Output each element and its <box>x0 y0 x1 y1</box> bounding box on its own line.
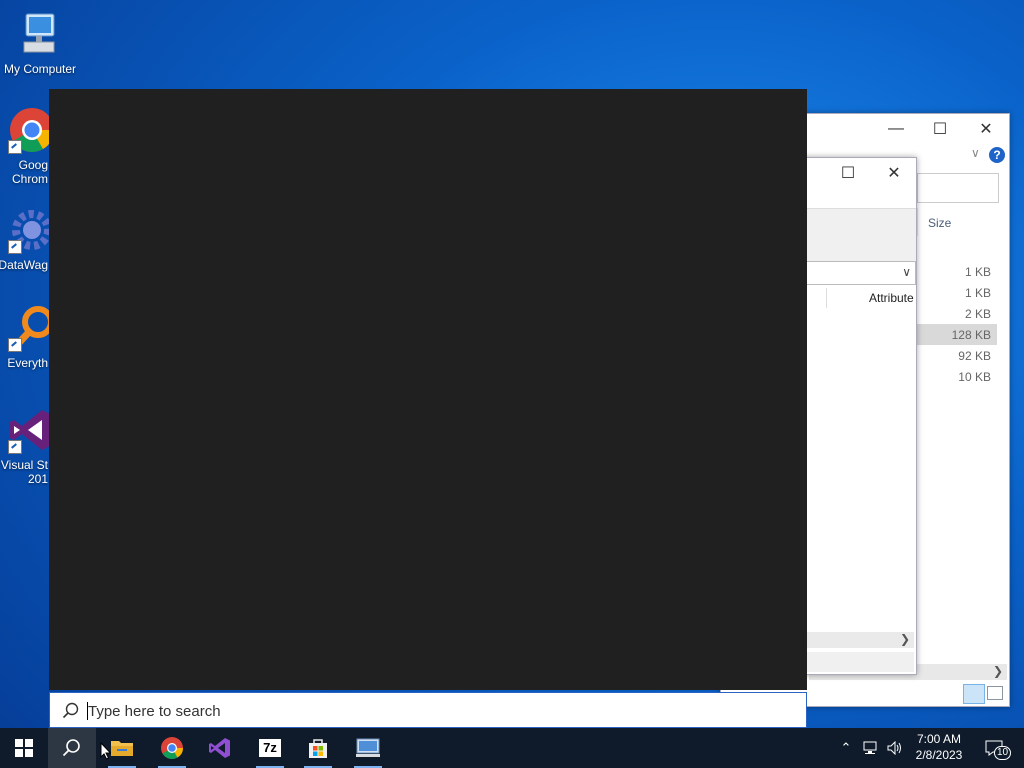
column-header-size[interactable]: Size <box>917 208 1002 236</box>
remote-app-icon <box>356 738 380 757</box>
desktop-icon-visual-studio[interactable]: Visual St 201 <box>0 406 52 486</box>
visual-studio-icon <box>209 738 230 758</box>
desktop-icon-datawag[interactable]: DataWag <box>0 206 52 272</box>
7zip-icon: 7z <box>259 739 281 757</box>
maximize-button[interactable]: ☐ <box>825 158 871 188</box>
size-row[interactable]: 1 KB <box>917 282 997 303</box>
file-explorer-icon <box>111 741 133 756</box>
store-icon <box>309 739 327 758</box>
size-value: 1 KB <box>964 286 991 300</box>
file-explorer-button[interactable] <box>98 728 146 768</box>
volume-icon[interactable] <box>884 728 906 768</box>
close-button[interactable]: ✕ <box>963 114 1009 144</box>
7zip-label: 7z <box>263 740 277 755</box>
close-button[interactable]: ✕ <box>871 158 917 188</box>
7zip-button[interactable]: 7z <box>246 728 294 768</box>
search-field[interactable] <box>917 173 999 203</box>
computer-icon <box>16 10 64 58</box>
clock-date: 2/8/2023 <box>915 748 963 762</box>
size-row[interactable]: 1 KB <box>917 261 997 282</box>
details-view-button[interactable] <box>963 684 985 704</box>
desktop-icon-my-computer[interactable]: My Computer <box>0 10 80 76</box>
notification-count-badge: 10 <box>994 746 1012 760</box>
shortcut-arrow-icon <box>8 338 22 352</box>
help-icon[interactable]: ? <box>989 147 1005 163</box>
system-clock[interactable]: 7:00 AM 2/8/2023 <box>908 731 970 763</box>
size-value: 2 KB <box>964 307 991 321</box>
column-header-size-label: Size <box>928 216 952 230</box>
desktop-icon-label: Visual St <box>0 458 48 472</box>
remote-app-button[interactable] <box>344 728 392 768</box>
chevron-down-icon[interactable]: ∨ <box>971 146 980 160</box>
desktop-icon-chrome[interactable]: Goog Chrom <box>0 106 54 186</box>
shortcut-arrow-icon <box>8 140 22 154</box>
desktop-icon-label-line2: 201 <box>27 472 48 486</box>
search-button[interactable] <box>48 728 96 768</box>
shortcut-arrow-icon <box>8 440 22 454</box>
size-value: 92 KB <box>958 349 991 363</box>
desktop-icon-label-line2: Chrom <box>11 172 48 186</box>
start-button[interactable] <box>0 728 48 768</box>
chrome-icon <box>161 737 183 759</box>
network-icon[interactable] <box>860 728 882 768</box>
minimize-button[interactable]: — <box>873 114 919 144</box>
show-hidden-icons-button[interactable]: ⌃ <box>836 728 856 768</box>
search-input[interactable]: Type here to search <box>88 703 221 720</box>
chrome-button[interactable] <box>148 728 196 768</box>
search-icon <box>62 739 80 757</box>
desktop-icon-label: Goog <box>18 158 48 172</box>
size-row[interactable]: 2 KB <box>917 303 997 324</box>
taskbar: 7z ⌃ 7:00 AM 2/8/2023 10 <box>0 728 1024 768</box>
size-row[interactable]: 92 KB <box>917 345 997 366</box>
desktop-icon-label: DataWag <box>0 258 48 272</box>
size-value: 10 KB <box>958 370 991 384</box>
clock-time: 7:00 AM <box>916 732 962 746</box>
maximize-button[interactable]: ☐ <box>917 114 963 144</box>
search-icon <box>62 702 80 725</box>
search-box[interactable]: Type here to search <box>49 692 807 728</box>
column-header-attributes[interactable]: Attribute <box>826 288 917 308</box>
visual-studio-button[interactable] <box>196 728 244 768</box>
action-center-button[interactable]: 10 <box>980 728 1012 768</box>
size-value: 1 KB <box>964 265 991 279</box>
chevron-right-icon[interactable]: ❯ <box>900 632 910 646</box>
desktop-icon-label: Everyth <box>7 356 48 370</box>
column-header-attributes-label: Attribute <box>869 291 914 305</box>
chevron-down-icon: ∨ <box>902 265 911 279</box>
large-icons-view-button[interactable] <box>987 686 1003 700</box>
size-row[interactable]: 10 KB <box>917 366 997 387</box>
store-button[interactable] <box>294 728 342 768</box>
windows-logo-icon <box>15 739 33 757</box>
desktop-icon-label: My Computer <box>3 62 77 76</box>
desktop-icon-everything[interactable]: Everyth <box>0 304 54 370</box>
size-row-selected[interactable]: 128 KB <box>917 324 997 345</box>
size-value: 128 KB <box>951 328 991 342</box>
chevron-right-icon[interactable]: ❯ <box>993 664 1003 678</box>
shortcut-arrow-icon <box>8 240 22 254</box>
start-menu-panel <box>49 89 807 690</box>
